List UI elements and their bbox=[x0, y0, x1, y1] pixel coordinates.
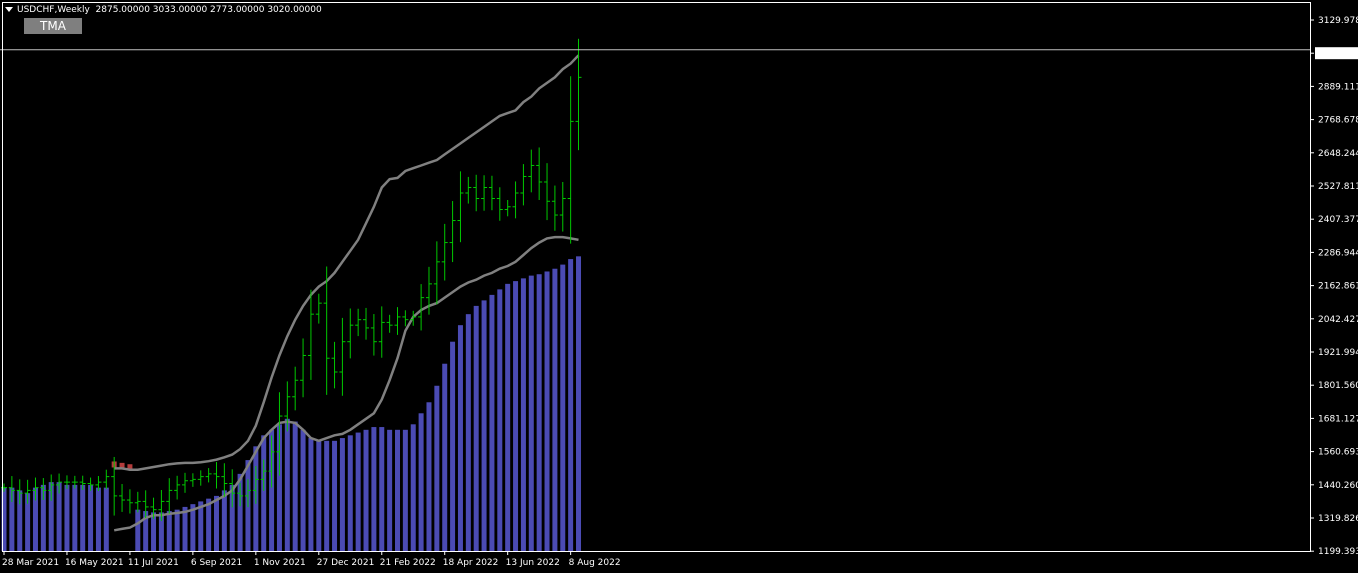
histogram-bar bbox=[339, 438, 345, 551]
x-tick-label: 1 Nov 2021 bbox=[254, 558, 306, 568]
histogram-bar bbox=[418, 413, 424, 551]
y-tick-label: 1440.2602 bbox=[1318, 481, 1358, 491]
y-tick-label: 2648.2447 bbox=[1318, 149, 1358, 159]
histogram-bar bbox=[434, 385, 440, 551]
histogram-bar bbox=[481, 300, 487, 551]
histogram-bar bbox=[528, 275, 534, 551]
histogram-bar bbox=[457, 325, 463, 551]
y-tick-label: 1681.1272 bbox=[1318, 414, 1358, 424]
histogram-bar bbox=[568, 259, 574, 551]
y-tick-label: 2889.1117 bbox=[1318, 82, 1358, 92]
histogram-bar bbox=[316, 440, 322, 551]
histogram-bar bbox=[560, 264, 566, 551]
x-tick-label: 16 May 2021 bbox=[65, 558, 124, 568]
current-price-label: 3020.0000 bbox=[1317, 49, 1358, 59]
histogram-bar bbox=[536, 274, 542, 551]
x-tick-label: 11 Jul 2021 bbox=[128, 558, 179, 568]
y-tick-label: 2527.8112 bbox=[1318, 182, 1358, 192]
histogram-bar bbox=[64, 484, 70, 551]
histogram-bar bbox=[324, 440, 330, 551]
x-tick-label: 6 Sep 2021 bbox=[191, 558, 242, 568]
histogram-bar bbox=[520, 278, 526, 551]
histogram-bar bbox=[442, 363, 448, 551]
histogram-bar bbox=[103, 487, 109, 551]
histogram-bar bbox=[395, 429, 400, 551]
chart-header: USDCHF,Weekly 2875.00000 3033.00000 2773… bbox=[3, 4, 322, 16]
histogram-bar bbox=[355, 432, 361, 551]
histogram-bar bbox=[410, 424, 416, 551]
histogram-bar bbox=[261, 435, 267, 551]
y-tick-label: 1801.5607 bbox=[1318, 381, 1358, 391]
x-tick-label: 13 Jun 2022 bbox=[506, 558, 560, 568]
ohlc-values: 2875.00000 3033.00000 2773.00000 3020.00… bbox=[95, 5, 322, 15]
histogram-bar bbox=[213, 495, 219, 551]
histogram-bar bbox=[206, 498, 212, 551]
histogram-bar bbox=[426, 402, 432, 551]
histogram-bar bbox=[182, 506, 188, 551]
histogram-bar bbox=[576, 256, 582, 551]
histogram-bar bbox=[513, 281, 519, 551]
y-tick-label: 2042.4277 bbox=[1318, 315, 1358, 325]
histogram-bar bbox=[174, 509, 180, 551]
histogram-bar bbox=[473, 305, 479, 551]
histogram-bar bbox=[95, 487, 101, 551]
y-tick-label: 1921.9942 bbox=[1318, 348, 1358, 358]
histogram-bar bbox=[387, 429, 393, 551]
x-tick-label: 27 Dec 2021 bbox=[317, 558, 375, 568]
x-tick-label: 18 Apr 2022 bbox=[443, 558, 499, 568]
y-tick-label: 2407.3777 bbox=[1318, 215, 1358, 225]
histogram-bar bbox=[450, 341, 456, 551]
histogram-bar bbox=[80, 484, 86, 551]
histogram-bar bbox=[332, 440, 338, 551]
y-tick-label: 3129.9783 bbox=[1318, 16, 1358, 26]
histogram-bar bbox=[221, 490, 227, 551]
histogram-bar bbox=[284, 418, 290, 551]
y-tick-label: 1199.3932 bbox=[1318, 547, 1358, 557]
histogram-bar bbox=[379, 427, 385, 551]
histogram-bar bbox=[72, 484, 78, 551]
tma-indicator-button[interactable]: TMA bbox=[24, 18, 82, 34]
y-tick-label: 1319.8267 bbox=[1318, 514, 1358, 524]
price-chart: 3129.9783 3020.0000 2889.1117 2768.6782 2648… bbox=[0, 0, 1358, 573]
histogram-bar bbox=[300, 429, 306, 551]
histogram-bar bbox=[363, 429, 369, 551]
y-tick-label: 1560.6937 bbox=[1318, 448, 1358, 458]
histogram-bar bbox=[465, 314, 471, 551]
y-tick-label: 2162.8612 bbox=[1318, 282, 1358, 292]
histogram-bar bbox=[166, 511, 172, 551]
y-tick-label: 2286.9442 bbox=[1318, 248, 1358, 258]
y-tick-label: 2768.6782 bbox=[1318, 116, 1358, 126]
x-tick-label: 28 Mar 2021 bbox=[2, 558, 59, 568]
histogram-bar bbox=[371, 427, 377, 551]
histogram-bar bbox=[402, 429, 408, 551]
histogram-bar bbox=[544, 271, 550, 551]
dropdown-triangle-icon[interactable] bbox=[5, 6, 13, 12]
histogram-bar bbox=[489, 294, 495, 551]
histogram-bar bbox=[552, 268, 558, 551]
histogram-bar bbox=[497, 289, 503, 551]
histogram-bar bbox=[347, 435, 353, 551]
x-tick-label: 8 Aug 2022 bbox=[569, 558, 621, 568]
histogram-bar bbox=[292, 421, 298, 551]
histogram-bar bbox=[308, 438, 314, 551]
histogram-bar bbox=[135, 509, 141, 551]
x-tick-label: 21 Feb 2022 bbox=[380, 558, 436, 568]
histogram-bar bbox=[505, 283, 511, 551]
histogram-bar bbox=[88, 484, 94, 551]
symbol-label: USDCHF,Weekly bbox=[17, 5, 90, 15]
